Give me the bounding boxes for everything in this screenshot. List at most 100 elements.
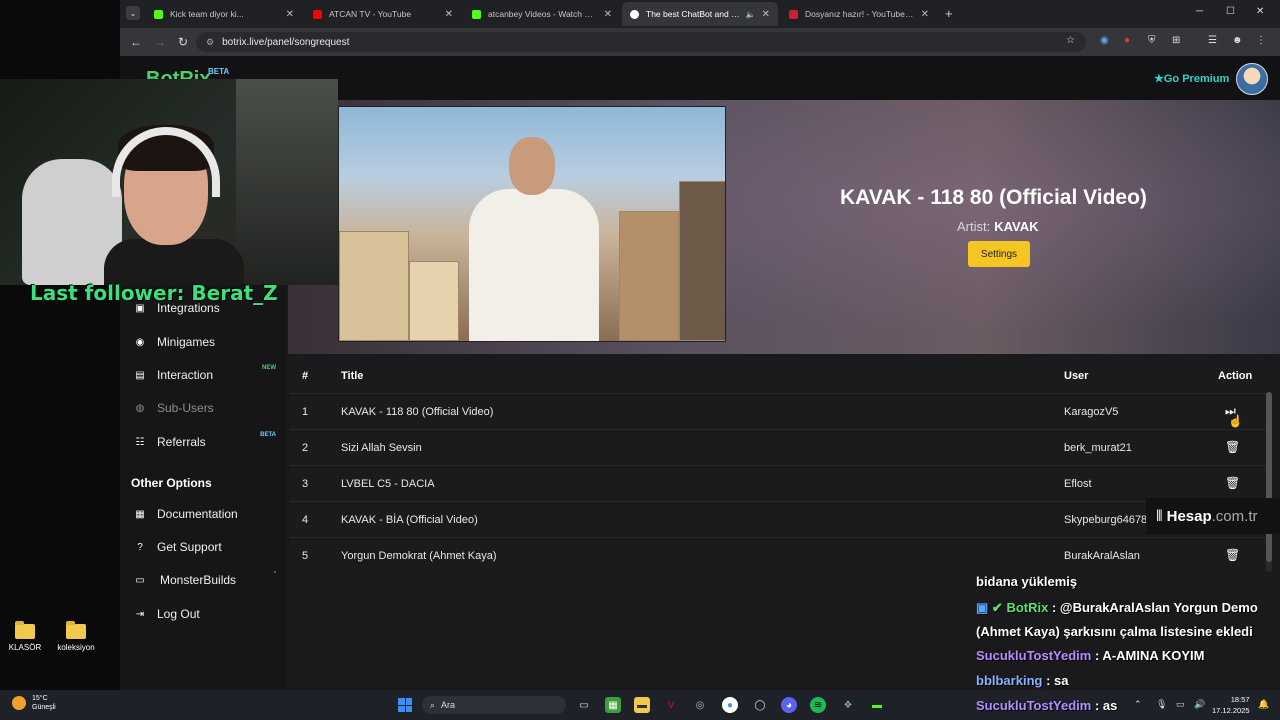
- audio-icon[interactable]: 🔈: [746, 10, 756, 19]
- close-icon[interactable]: ✕: [286, 9, 294, 20]
- table-row[interactable]: 4 KAVAK - BİA (Official Video) Skypeburg…: [290, 502, 1266, 538]
- browser-tab[interactable]: ATCAN TV - YouTube ✕: [305, 4, 461, 24]
- table-row[interactable]: 5 Yorgun Demokrat (Ahmet Kaya) BurakAral…: [290, 538, 1266, 574]
- video-building: [339, 231, 409, 341]
- microphone-icon[interactable]: 🎙: [1156, 699, 1167, 710]
- video-performer-body: [469, 189, 599, 341]
- gamepad-icon: ◉: [135, 336, 145, 348]
- table-scrollbar[interactable]: [1266, 392, 1272, 572]
- webcam-background-window: [236, 79, 338, 285]
- desktop-icon-label: koleksiyon: [57, 643, 95, 652]
- clock-date: 17.12.2025: [1212, 706, 1250, 715]
- row-title: Yorgun Demokrat (Ahmet Kaya): [341, 550, 497, 562]
- chat-line: bblbarking : sa: [976, 673, 1068, 688]
- weather-desc: Güneşli: [32, 704, 56, 711]
- sidebar-item-log-out[interactable]: ⇥ Log Out: [134, 604, 284, 624]
- youtube-ext-icon[interactable]: ●: [1124, 35, 1130, 46]
- row-title: KAVAK - 118 80 (Official Video): [341, 406, 494, 418]
- trash-icon[interactable]: 🗑: [1225, 440, 1240, 454]
- browser-tab[interactable]: Kick team diyor ki... ✕: [146, 4, 302, 24]
- video-building: [409, 261, 459, 341]
- sidebar-item-label: Documentation: [157, 507, 238, 521]
- watermark-main: Hesap: [1166, 507, 1212, 525]
- sidebar-item-label: Referrals: [157, 435, 206, 449]
- table-row[interactable]: 1 KAVAK - 118 80 (Official Video) Karago…: [290, 394, 1266, 430]
- avatar[interactable]: [1236, 63, 1268, 95]
- settings-button[interactable]: Settings: [968, 241, 1030, 267]
- close-icon[interactable]: ✕: [762, 9, 770, 20]
- chevron-up-icon[interactable]: ⌃: [1134, 699, 1142, 710]
- table-row[interactable]: 3 LVBEL C5 - DACIA Eflost 🗑: [290, 466, 1266, 502]
- scrollbar-thumb[interactable]: [1266, 392, 1272, 562]
- last-follower-overlay: Last follower: Berat_Z: [30, 281, 278, 305]
- profile-icon[interactable]: ☻: [1232, 35, 1243, 46]
- network-icon[interactable]: ▭: [1176, 699, 1185, 710]
- puzzle-icon[interactable]: ⊞: [1172, 35, 1180, 46]
- tab-search-dropdown[interactable]: ⌄: [126, 6, 140, 20]
- file-explorer-icon[interactable]: ▬: [634, 697, 650, 713]
- sidebar-item-interaction[interactable]: ▤ Interaction NEW: [134, 365, 284, 385]
- chat-username: SucukluTostYedim: [976, 648, 1092, 663]
- youtube-icon: [313, 9, 322, 19]
- notification-bell-icon[interactable]: 🔔: [1258, 699, 1269, 710]
- close-icon[interactable]: ✕: [921, 9, 929, 20]
- close-window-icon[interactable]: ✕: [1256, 6, 1264, 17]
- sidebar-item-referrals[interactable]: ☷ Referrals BETA: [134, 432, 284, 452]
- menu-icon[interactable]: ⋮: [1256, 35, 1266, 46]
- table-row[interactable]: 2 Sizi Allah Sevsin berk_murat21 🗑: [290, 430, 1266, 466]
- sidebar-item-sub-users[interactable]: ◍ Sub-Users: [134, 398, 284, 418]
- beta-badge: BETA: [260, 432, 276, 438]
- sidebar-item-documentation[interactable]: ▦ Documentation: [134, 504, 284, 524]
- reload-icon[interactable]: ↻: [178, 35, 188, 49]
- browser-tab-active[interactable]: The best ChatBot and Widg 🔈 ✕: [622, 2, 778, 26]
- minimize-icon[interactable]: ─: [1196, 6, 1203, 17]
- spotify-icon[interactable]: ≋: [810, 697, 826, 713]
- chat-text: : sa: [1046, 673, 1069, 688]
- sidebar-item-get-support[interactable]: ? Get Support: [134, 537, 284, 557]
- forward-icon[interactable]: →: [154, 35, 166, 49]
- chrome-icon[interactable]: ●: [722, 697, 738, 713]
- obs-icon[interactable]: ▬: [869, 697, 885, 713]
- maximize-icon[interactable]: ☐: [1226, 6, 1235, 17]
- video-player[interactable]: [338, 106, 726, 342]
- discord-icon[interactable]: ◕: [781, 697, 797, 713]
- desktop-folder-koleksiyon[interactable]: koleksiyon: [51, 621, 101, 652]
- sidebar-item-monsterbuilds[interactable]: ▭ MonsterBuilds •: [134, 570, 284, 590]
- artist-line: Artist: KAVAK: [957, 219, 1039, 234]
- beta-badge: BETA: [208, 67, 230, 76]
- row-user: KaragozV5: [1064, 406, 1119, 418]
- weather-widget[interactable]: 15°C Güneşli: [12, 694, 56, 712]
- windows-start-icon[interactable]: [398, 698, 412, 712]
- bookmark-star-icon[interactable]: ☆: [1066, 35, 1075, 46]
- desktop-folder-klasor[interactable]: KLASÖR: [0, 621, 50, 652]
- clock-time: 18:57: [1230, 695, 1250, 704]
- task-view-icon[interactable]: ▭: [576, 697, 592, 713]
- clock[interactable]: 18:57 17.12.2025: [1212, 694, 1250, 716]
- back-icon[interactable]: ←: [130, 35, 142, 49]
- valorant-icon[interactable]: V: [663, 697, 679, 713]
- extension-icon[interactable]: ◉: [1100, 35, 1109, 46]
- go-premium-button[interactable]: ★Go Premium: [1154, 72, 1229, 85]
- sidebar-item-minigames[interactable]: ◉ Minigames: [134, 332, 284, 352]
- taskbar-search[interactable]: ⌕ Ara: [422, 696, 566, 714]
- shield-icon[interactable]: ⛨: [1148, 35, 1156, 46]
- row-number: 4: [302, 514, 309, 526]
- trash-icon[interactable]: 🗑: [1225, 548, 1240, 562]
- close-icon[interactable]: ✕: [604, 9, 612, 20]
- volume-icon[interactable]: 🔊: [1194, 699, 1205, 710]
- col-action: Action: [1218, 370, 1253, 382]
- steam-icon[interactable]: ◎: [692, 697, 708, 713]
- close-icon[interactable]: ✕: [445, 9, 453, 20]
- site-info-icon[interactable]: ⚙: [206, 37, 214, 48]
- app-icon[interactable]: ❖: [840, 697, 856, 713]
- browser-tab[interactable]: atcanbey Videos - Watch On-D ✕: [464, 4, 620, 24]
- book-icon: ▦: [135, 508, 145, 520]
- minecraft-icon[interactable]: ▦: [605, 697, 621, 713]
- browser-tab[interactable]: Dosyanız hazır! - YouTube MP3 ✕: [781, 4, 937, 24]
- address-bar[interactable]: ⚙ botrix.live/panel/songrequest: [196, 32, 1086, 52]
- app-icon[interactable]: ◯: [752, 697, 768, 713]
- new-tab-button[interactable]: +: [945, 6, 953, 21]
- verified-icon: ✔: [991, 600, 1003, 615]
- trash-icon[interactable]: 🗑: [1225, 476, 1240, 490]
- reading-list-icon[interactable]: ☰: [1208, 35, 1217, 46]
